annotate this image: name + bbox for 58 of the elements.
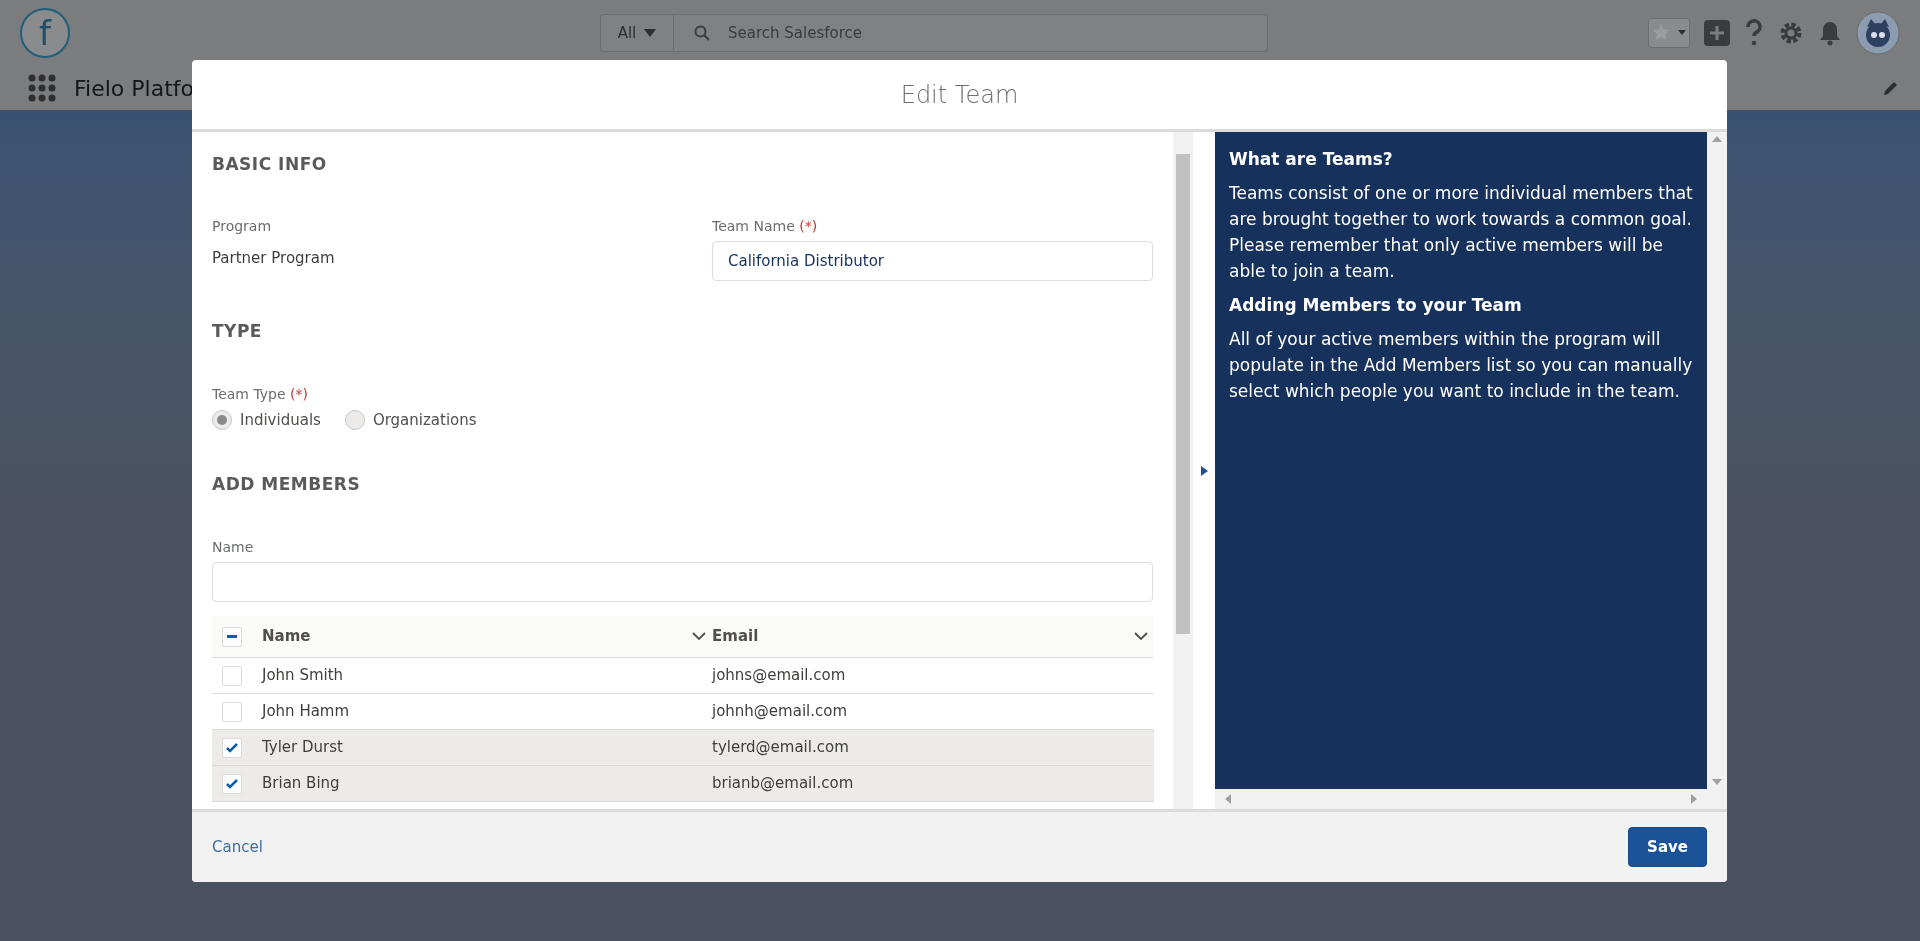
table-cell: Tyler Durst <box>262 738 343 757</box>
app-launcher-icon[interactable] <box>28 74 56 102</box>
table-cell: johns@email.com <box>712 666 846 685</box>
field-label: Team Type (*) <box>212 385 308 404</box>
avatar-icon[interactable] <box>1856 11 1900 55</box>
section-heading: TYPE <box>212 319 262 343</box>
help-text: Teams consist of one or more individual members that are brought together to work towards a common goal. Please remember that only active members will be able to join a team. <box>1229 182 1693 283</box>
modal-title: Edit Team <box>900 79 1019 111</box>
horizontal-scrollbar[interactable] <box>1215 789 1727 809</box>
field-label: Team Name (*) <box>712 216 818 236</box>
table-cell: Brian Bing <box>262 774 340 793</box>
radio-label: Individuals <box>240 410 321 431</box>
table-cell: tylerd@email.com <box>712 738 849 757</box>
field-label: Program <box>212 216 272 236</box>
plus-icon[interactable] <box>1704 20 1730 46</box>
expand-arrow-icon[interactable] <box>1200 465 1208 476</box>
chevron-down-icon[interactable] <box>1134 632 1148 641</box>
field-label: Name <box>212 538 254 557</box>
table-cell: John Smith <box>262 666 344 685</box>
scroll-up-arrow-icon[interactable] <box>1712 136 1722 142</box>
help-heading: What are Teams? <box>1229 148 1394 170</box>
radio-button[interactable] <box>344 410 365 431</box>
checkbox[interactable] <box>222 737 242 758</box>
notifications-bell-icon[interactable] <box>1818 20 1842 46</box>
column-header[interactable]: Email <box>712 625 1154 648</box>
help-text: All of your active members within the program will populate in the Add Members list so you can manually select which people you want to include in the team. <box>1229 328 1693 403</box>
scroll-left-arrow-icon[interactable] <box>1225 794 1231 804</box>
help-icon[interactable] <box>1744 19 1764 47</box>
search-field[interactable]: Search Salesforce <box>674 14 1268 52</box>
table-cell: brianb@email.com <box>712 774 854 793</box>
section-heading: BASIC INFO <box>212 153 327 176</box>
scroll-down-arrow-icon[interactable] <box>1712 779 1722 785</box>
app-name: Fielo Platfo <box>74 74 194 103</box>
scrollbar[interactable] <box>1173 132 1193 809</box>
checkbox[interactable] <box>222 626 242 647</box>
settings-icon[interactable] <box>1778 20 1804 46</box>
help-heading: Adding Members to your Team <box>1229 294 1523 316</box>
checkbox[interactable] <box>222 773 242 794</box>
scrollbar[interactable] <box>1707 132 1727 789</box>
section-heading: ADD MEMBERS <box>212 472 361 496</box>
checkbox[interactable] <box>222 665 242 686</box>
column-header[interactable]: Name <box>262 625 712 648</box>
scroll-right-arrow-icon[interactable] <box>1691 794 1697 804</box>
name-filter-field[interactable] <box>212 562 1153 602</box>
radio-label: Organizations <box>372 410 477 431</box>
check-icon <box>226 742 238 753</box>
chevron-down-icon[interactable] <box>692 632 706 641</box>
table-cell: John Hamm <box>262 702 350 721</box>
cancel-link[interactable]: Cancel <box>212 835 263 859</box>
check-icon <box>226 778 238 789</box>
save-button[interactable]: Save <box>1628 826 1707 868</box>
field-value: Partner Program <box>212 247 335 269</box>
checkbox[interactable] <box>222 701 242 722</box>
edit-pencil-icon[interactable] <box>1882 79 1900 97</box>
table-cell: johnh@email.com <box>712 702 848 721</box>
radio-button[interactable] <box>212 410 232 431</box>
team-name-field[interactable]: California Distributor <box>712 240 1153 281</box>
caret-down-icon[interactable] <box>644 29 657 37</box>
